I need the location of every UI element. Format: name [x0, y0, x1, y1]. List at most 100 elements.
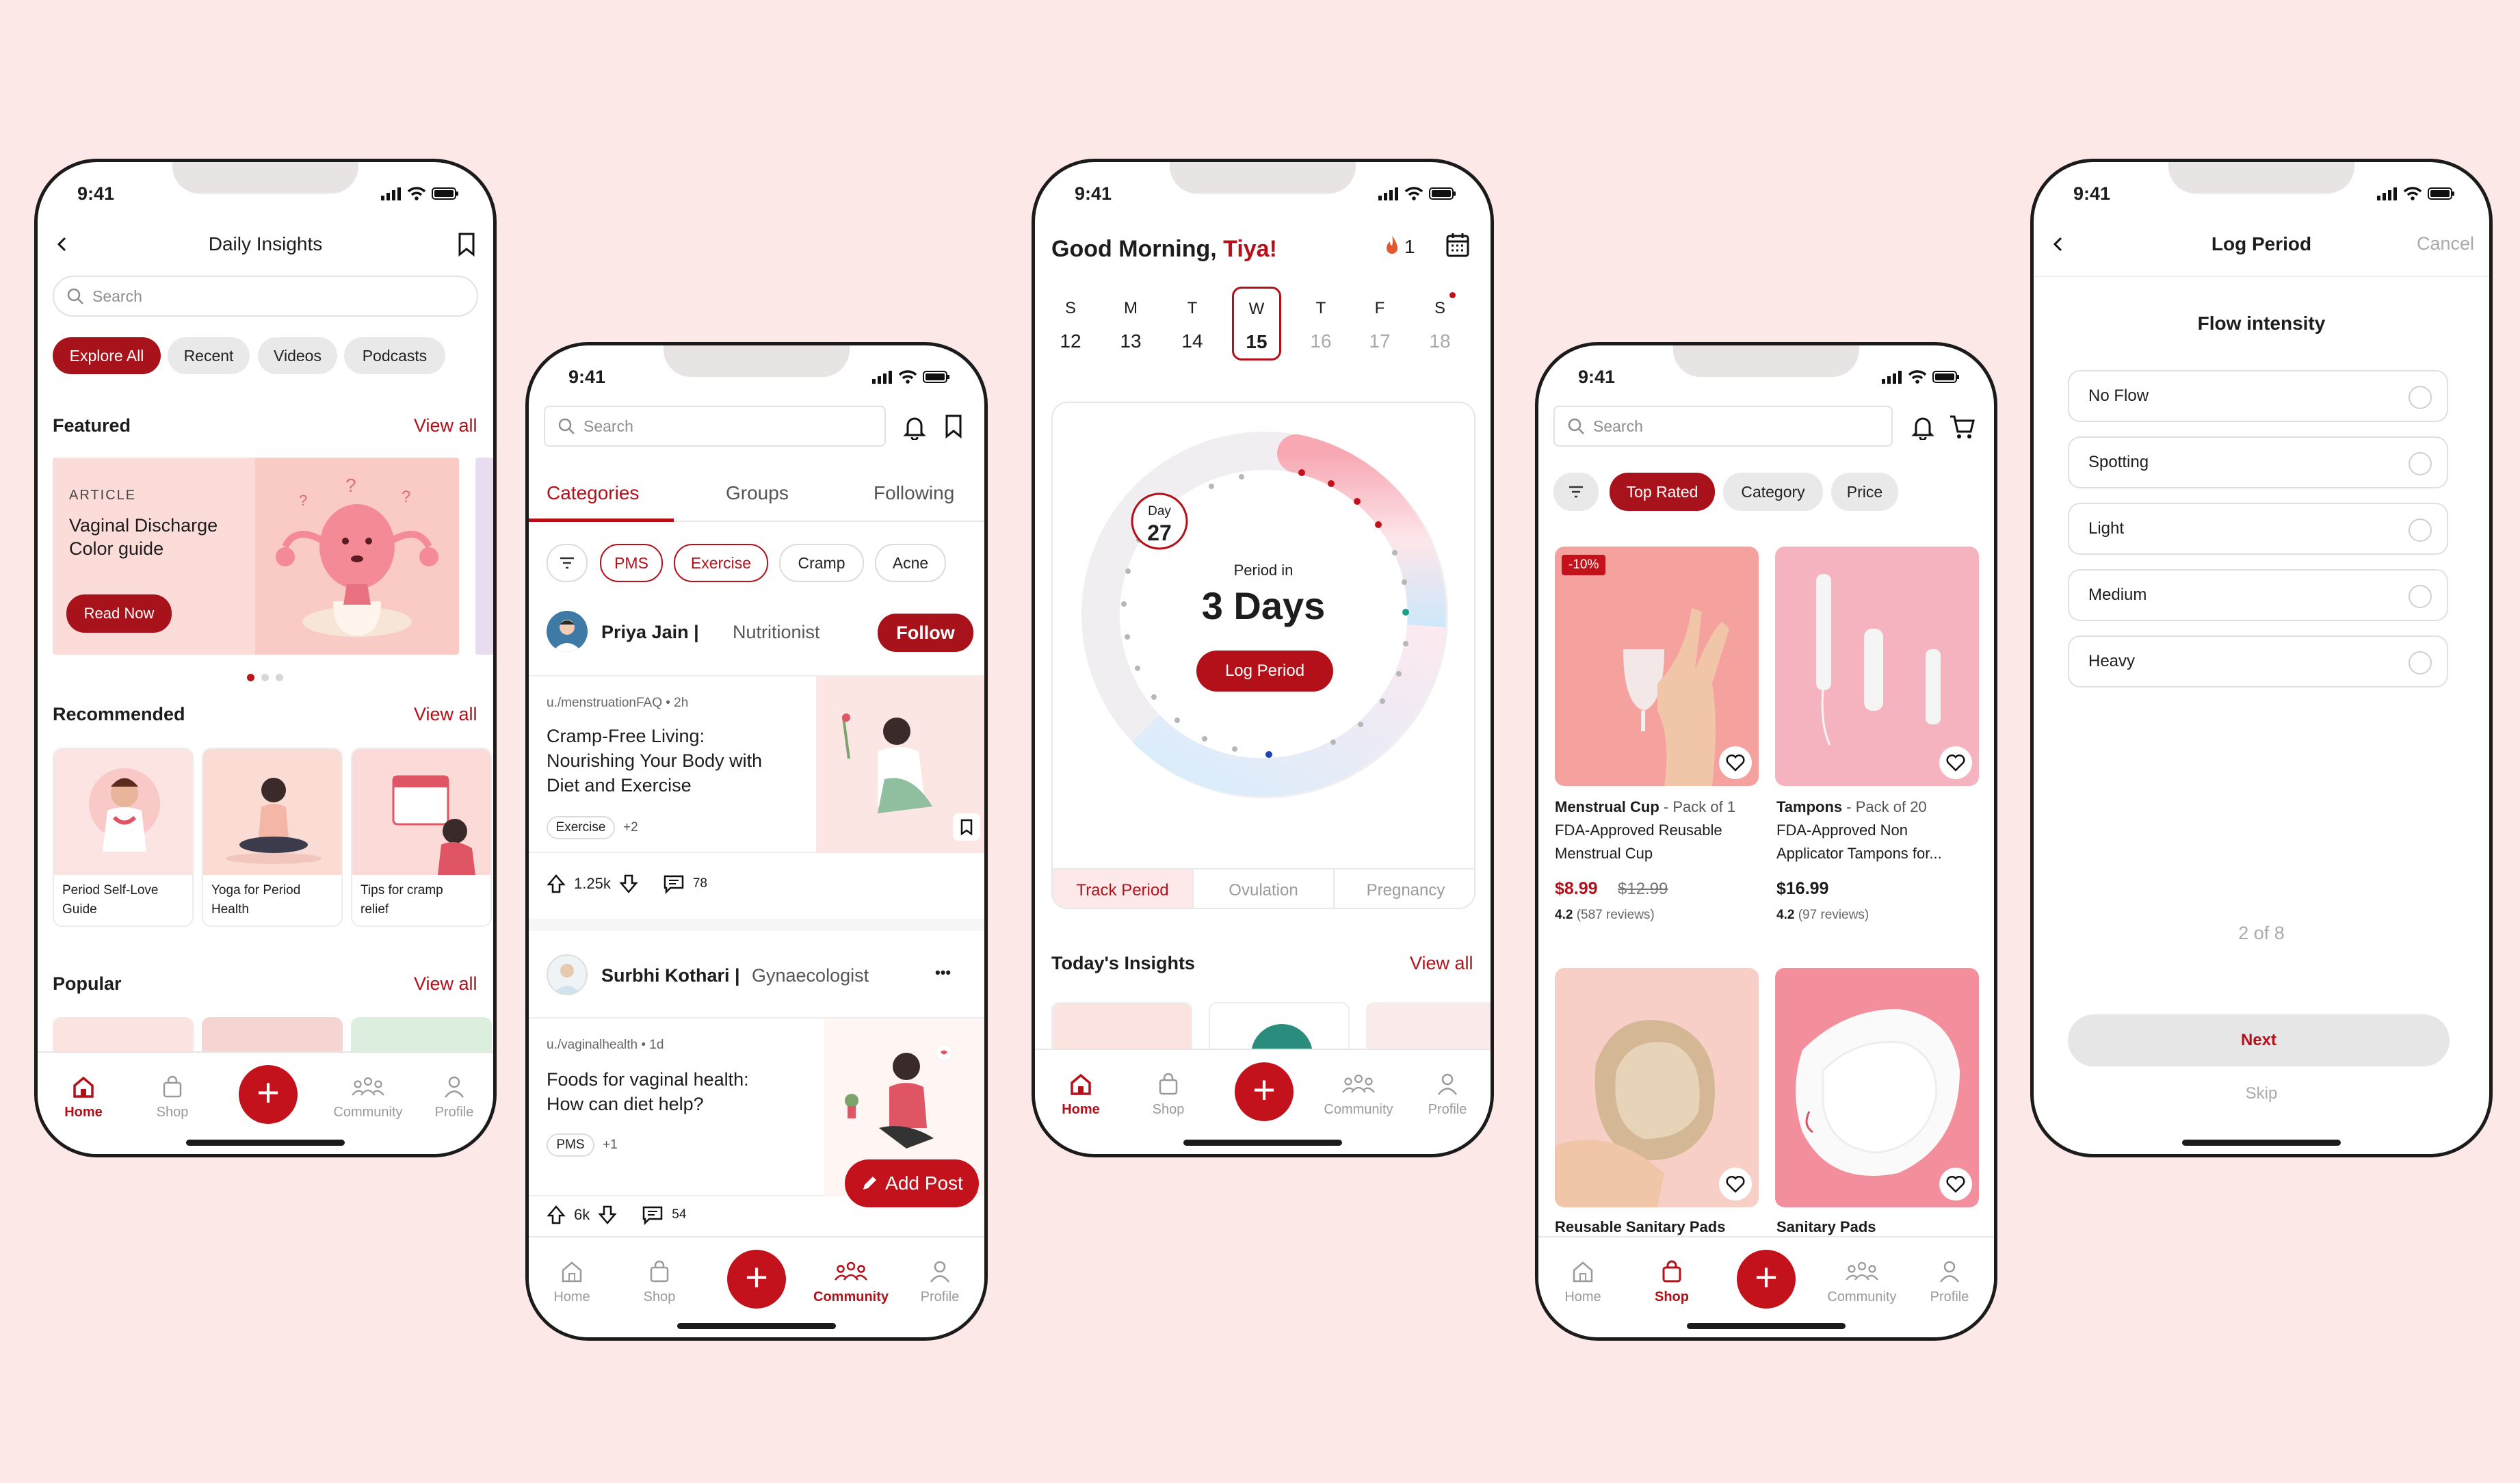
add-fab-button[interactable]: +	[727, 1250, 786, 1309]
nav-home[interactable]: Home	[534, 1259, 609, 1305]
follow-button[interactable]: Follow	[878, 614, 973, 652]
author2-name[interactable]: Surbhi Kothari |	[601, 965, 740, 986]
nav-shop[interactable]: Shop	[622, 1259, 697, 1305]
recommended-card-yoga[interactable]: Yoga for Period Health	[202, 748, 343, 927]
product-image-menstrual-cup[interactable]: -10%	[1555, 547, 1759, 786]
nav-shop[interactable]: Shop	[1131, 1072, 1206, 1118]
option-medium[interactable]: Medium	[2068, 569, 2448, 621]
filter-podcasts[interactable]: Podcasts	[344, 337, 445, 374]
day-mon[interactable]: M 13	[1112, 292, 1150, 352]
add-fab-button[interactable]: +	[1235, 1062, 1294, 1121]
chip-exercise[interactable]: Exercise	[674, 544, 768, 582]
day-sun[interactable]: S 12	[1051, 292, 1090, 352]
nav-profile[interactable]: Profile	[417, 1075, 492, 1120]
product-title-3[interactable]: Reusable Sanitary Pads	[1555, 1218, 1725, 1236]
wishlist-button[interactable]	[1719, 746, 1752, 779]
nav-community[interactable]: Community	[1817, 1259, 1906, 1305]
wishlist-button[interactable]	[1939, 1168, 1972, 1200]
search-input[interactable]: Search	[1553, 406, 1893, 447]
recommended-view-all[interactable]: View all	[414, 704, 477, 725]
post-bookmark-button[interactable]	[953, 813, 980, 841]
skip-button[interactable]: Skip	[2034, 1084, 2489, 1103]
day-wed-selected[interactable]: W 15	[1232, 287, 1281, 360]
nav-home[interactable]: Home	[1545, 1259, 1620, 1305]
filter-explore-all[interactable]: Explore All	[53, 337, 161, 374]
popular-view-all[interactable]: View all	[414, 973, 477, 995]
product-title-4[interactable]: Sanitary Pads	[1776, 1218, 1876, 1236]
add-post-button[interactable]: Add Post	[845, 1159, 979, 1207]
comment-icon[interactable]	[663, 874, 685, 894]
chip-cramp[interactable]: Cramp	[779, 544, 864, 582]
nav-shop[interactable]: Shop	[1634, 1259, 1709, 1305]
bell-icon[interactable]	[1911, 414, 1935, 440]
more-options-button[interactable]: •••	[935, 964, 951, 982]
search-input[interactable]: Search	[53, 276, 478, 317]
bookmark-icon[interactable]	[456, 232, 477, 257]
upvote-icon[interactable]	[547, 874, 566, 894]
radio-circle[interactable]	[2409, 452, 2432, 475]
nav-community[interactable]: Community	[324, 1075, 412, 1120]
post-tag[interactable]: Exercise	[547, 816, 615, 839]
streak-badge[interactable]: 1	[1382, 235, 1415, 259]
product-image-sanitary-pads[interactable]	[1775, 968, 1979, 1207]
tab-following[interactable]: Following	[874, 482, 954, 504]
filter-button[interactable]	[547, 544, 588, 582]
add-fab-button[interactable]: +	[1737, 1250, 1796, 1309]
bookmark-icon[interactable]	[943, 414, 964, 438]
filter-price[interactable]: Price	[1831, 473, 1898, 511]
chip-pms[interactable]: PMS	[600, 544, 663, 582]
product-image-reusable-pads[interactable]	[1555, 968, 1759, 1207]
filter-videos[interactable]: Videos	[258, 337, 337, 374]
radio-circle[interactable]	[2409, 585, 2432, 608]
tab-groups[interactable]: Groups	[726, 482, 789, 504]
option-spotting[interactable]: Spotting	[2068, 436, 2448, 488]
recommended-card-cramp[interactable]: Tips for cramp relief	[351, 748, 492, 927]
product-title-1[interactable]: Menstrual Cup - Pack of 1	[1555, 798, 1735, 816]
cart-icon[interactable]	[1949, 414, 1976, 440]
insights-view-all[interactable]: View all	[1410, 953, 1473, 974]
author2-avatar[interactable]	[547, 954, 588, 995]
author-name[interactable]: Priya Jain |	[601, 622, 699, 643]
radio-circle[interactable]	[2409, 519, 2432, 542]
day-sat[interactable]: S 18	[1421, 292, 1459, 352]
downvote-icon[interactable]	[619, 874, 638, 894]
nav-home[interactable]: Home	[46, 1075, 121, 1120]
post-card-1[interactable]: u./menstruationFAQ • 2h Cramp-Free Livin…	[529, 675, 984, 853]
read-now-button[interactable]: Read Now	[66, 594, 172, 633]
nav-home[interactable]: Home	[1043, 1072, 1118, 1118]
nav-community[interactable]: Community	[806, 1259, 895, 1305]
day-tue[interactable]: T 14	[1173, 292, 1211, 352]
calendar-icon[interactable]	[1445, 232, 1470, 258]
next-button[interactable]: Next	[2068, 1014, 2450, 1066]
featured-article-card[interactable]: ? ? ? ARTICLE Vaginal Discharge Color gu…	[53, 458, 459, 655]
nav-community[interactable]: Community	[1314, 1072, 1403, 1118]
author-avatar[interactable]	[547, 611, 588, 652]
option-no-flow[interactable]: No Flow	[2068, 370, 2448, 422]
option-light[interactable]: Light	[2068, 503, 2448, 555]
wishlist-button[interactable]	[1719, 1168, 1752, 1200]
radio-circle[interactable]	[2409, 651, 2432, 674]
search-input[interactable]: Search	[544, 406, 886, 447]
chip-acne[interactable]: Acne	[875, 544, 946, 582]
filter-button[interactable]	[1553, 473, 1599, 511]
bell-icon[interactable]	[902, 414, 927, 440]
radio-circle[interactable]	[2409, 386, 2432, 409]
wishlist-button[interactable]	[1939, 746, 1972, 779]
day-thu[interactable]: T 16	[1302, 292, 1340, 352]
nav-profile[interactable]: Profile	[1410, 1072, 1485, 1118]
downvote-icon[interactable]	[598, 1205, 617, 1225]
tab-categories[interactable]: Categories	[547, 482, 639, 504]
recommended-card-self-love[interactable]: Period Self-Love Guide	[53, 748, 194, 927]
nav-shop[interactable]: Shop	[135, 1075, 210, 1120]
tab-track-period[interactable]: Track Period	[1053, 869, 1194, 908]
log-period-button[interactable]: Log Period	[1196, 651, 1333, 692]
featured-view-all[interactable]: View all	[414, 415, 477, 436]
filter-top-rated[interactable]: Top Rated	[1610, 473, 1715, 511]
tab-ovulation[interactable]: Ovulation	[1194, 869, 1335, 908]
upvote-icon[interactable]	[547, 1205, 566, 1225]
option-heavy[interactable]: Heavy	[2068, 635, 2448, 687]
filter-category[interactable]: Category	[1723, 473, 1823, 511]
day-fri[interactable]: F 17	[1361, 292, 1399, 352]
filter-recent[interactable]: Recent	[168, 337, 250, 374]
comment-icon[interactable]	[642, 1205, 664, 1225]
